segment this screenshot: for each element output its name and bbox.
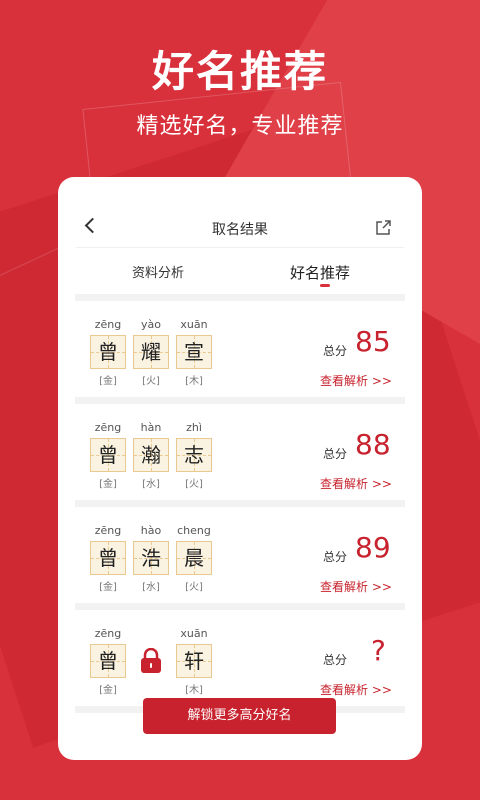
name-char: cheng 晨 [火]: [176, 523, 212, 593]
name-char: xuān 轩 [木]: [176, 626, 212, 696]
pinyin: zēng: [94, 627, 122, 640]
separator: [75, 500, 405, 507]
view-analysis-link[interactable]: 查看解析 >>: [320, 475, 392, 492]
char-box: 宣: [176, 335, 212, 369]
element-tag: [水]: [142, 582, 160, 593]
char: 曾: [98, 443, 118, 467]
tab-analysis[interactable]: 资料分析: [132, 262, 184, 281]
pinyin: xuān: [180, 627, 208, 640]
char: 曾: [98, 649, 118, 673]
pinyin: hào: [140, 524, 162, 537]
tab-bar: 资料分析 好名推荐: [76, 247, 404, 292]
char: 宣: [184, 340, 204, 364]
char-box: 曾: [90, 438, 126, 472]
score-value: 89: [355, 531, 391, 564]
pinyin: xuān: [180, 318, 208, 331]
element-tag: [火]: [142, 376, 160, 387]
name-char: hào 浩 [水]: [133, 523, 169, 593]
name-char: zhì 志 [火]: [176, 420, 212, 490]
locked-char[interactable]: [133, 626, 169, 678]
pinyin: cheng: [177, 524, 211, 537]
top-bar: 取名结果: [58, 177, 422, 247]
element-tag: [金]: [99, 685, 117, 696]
pinyin: zēng: [94, 421, 122, 434]
view-analysis-link[interactable]: 查看解析 >>: [320, 372, 392, 389]
element-tag: [金]: [99, 582, 117, 593]
char: 曾: [98, 340, 118, 364]
char-box: 耀: [133, 335, 169, 369]
char-box: 曾: [90, 644, 126, 678]
name-char: yào 耀 [火]: [133, 317, 169, 387]
name-char: hàn 瀚 [水]: [133, 420, 169, 490]
char: 耀: [141, 340, 161, 364]
char-box: 瀚: [133, 438, 169, 472]
unlock-more-names-button[interactable]: 解锁更多高分好名: [143, 698, 336, 734]
element-tag: [水]: [142, 479, 160, 490]
char: 瀚: [141, 443, 161, 467]
char: 志: [184, 443, 204, 467]
pinyin: zēng: [94, 318, 122, 331]
pinyin: hàn: [140, 421, 162, 434]
element-tag: [木]: [185, 685, 203, 696]
score-label: 总分: [323, 344, 348, 358]
name-char: zēng 曾 [金]: [90, 420, 126, 490]
hero-title: 好名推荐: [151, 47, 328, 96]
element-tag: [火]: [185, 479, 203, 490]
char-box: 浩: [133, 541, 169, 575]
pinyin: yào: [141, 318, 161, 331]
hero-subtitle: 精选好名，专业推荐: [136, 114, 344, 139]
char-box: 轩: [176, 644, 212, 678]
element-tag: [金]: [99, 479, 117, 490]
char: 曾: [98, 546, 118, 570]
char: 晨: [184, 546, 204, 570]
share-icon[interactable]: [374, 219, 392, 237]
separator: [75, 294, 405, 301]
pinyin: zēng: [94, 524, 122, 537]
score-value-hidden: ?: [371, 634, 386, 667]
view-analysis-link[interactable]: 查看解析 >>: [320, 578, 392, 595]
char-box: 晨: [176, 541, 212, 575]
view-analysis-link[interactable]: 查看解析 >>: [320, 681, 392, 698]
element-tag: [火]: [185, 582, 203, 593]
score-label: 总分: [323, 550, 348, 564]
score-value: 88: [355, 428, 391, 461]
score-label: 总分: [323, 447, 348, 461]
char-box: 曾: [90, 335, 126, 369]
element-tag: [金]: [99, 376, 117, 387]
pinyin: zhì: [186, 421, 202, 434]
separator: [75, 603, 405, 610]
score-label: 总分: [323, 653, 348, 667]
tab-recommend[interactable]: 好名推荐: [290, 262, 350, 283]
name-char: zēng 曾 [金]: [90, 626, 126, 696]
char: 轩: [184, 649, 204, 673]
element-tag: [木]: [185, 376, 203, 387]
separator: [75, 397, 405, 404]
name-char: zēng 曾 [金]: [90, 523, 126, 593]
name-char: zēng 曾 [金]: [90, 317, 126, 387]
score-value: 85: [355, 325, 391, 358]
lock-icon: [133, 644, 169, 678]
char: 浩: [141, 546, 161, 570]
result-card: 取名结果 资料分析 好名推荐 zēng 曾 [金] yào 耀 [火] xuān…: [58, 177, 422, 760]
page-title: 取名结果: [212, 222, 268, 238]
char-box: 曾: [90, 541, 126, 575]
tab-indicator: [320, 284, 330, 287]
name-char: xuān 宣 [木]: [176, 317, 212, 387]
char-box: 志: [176, 438, 212, 472]
